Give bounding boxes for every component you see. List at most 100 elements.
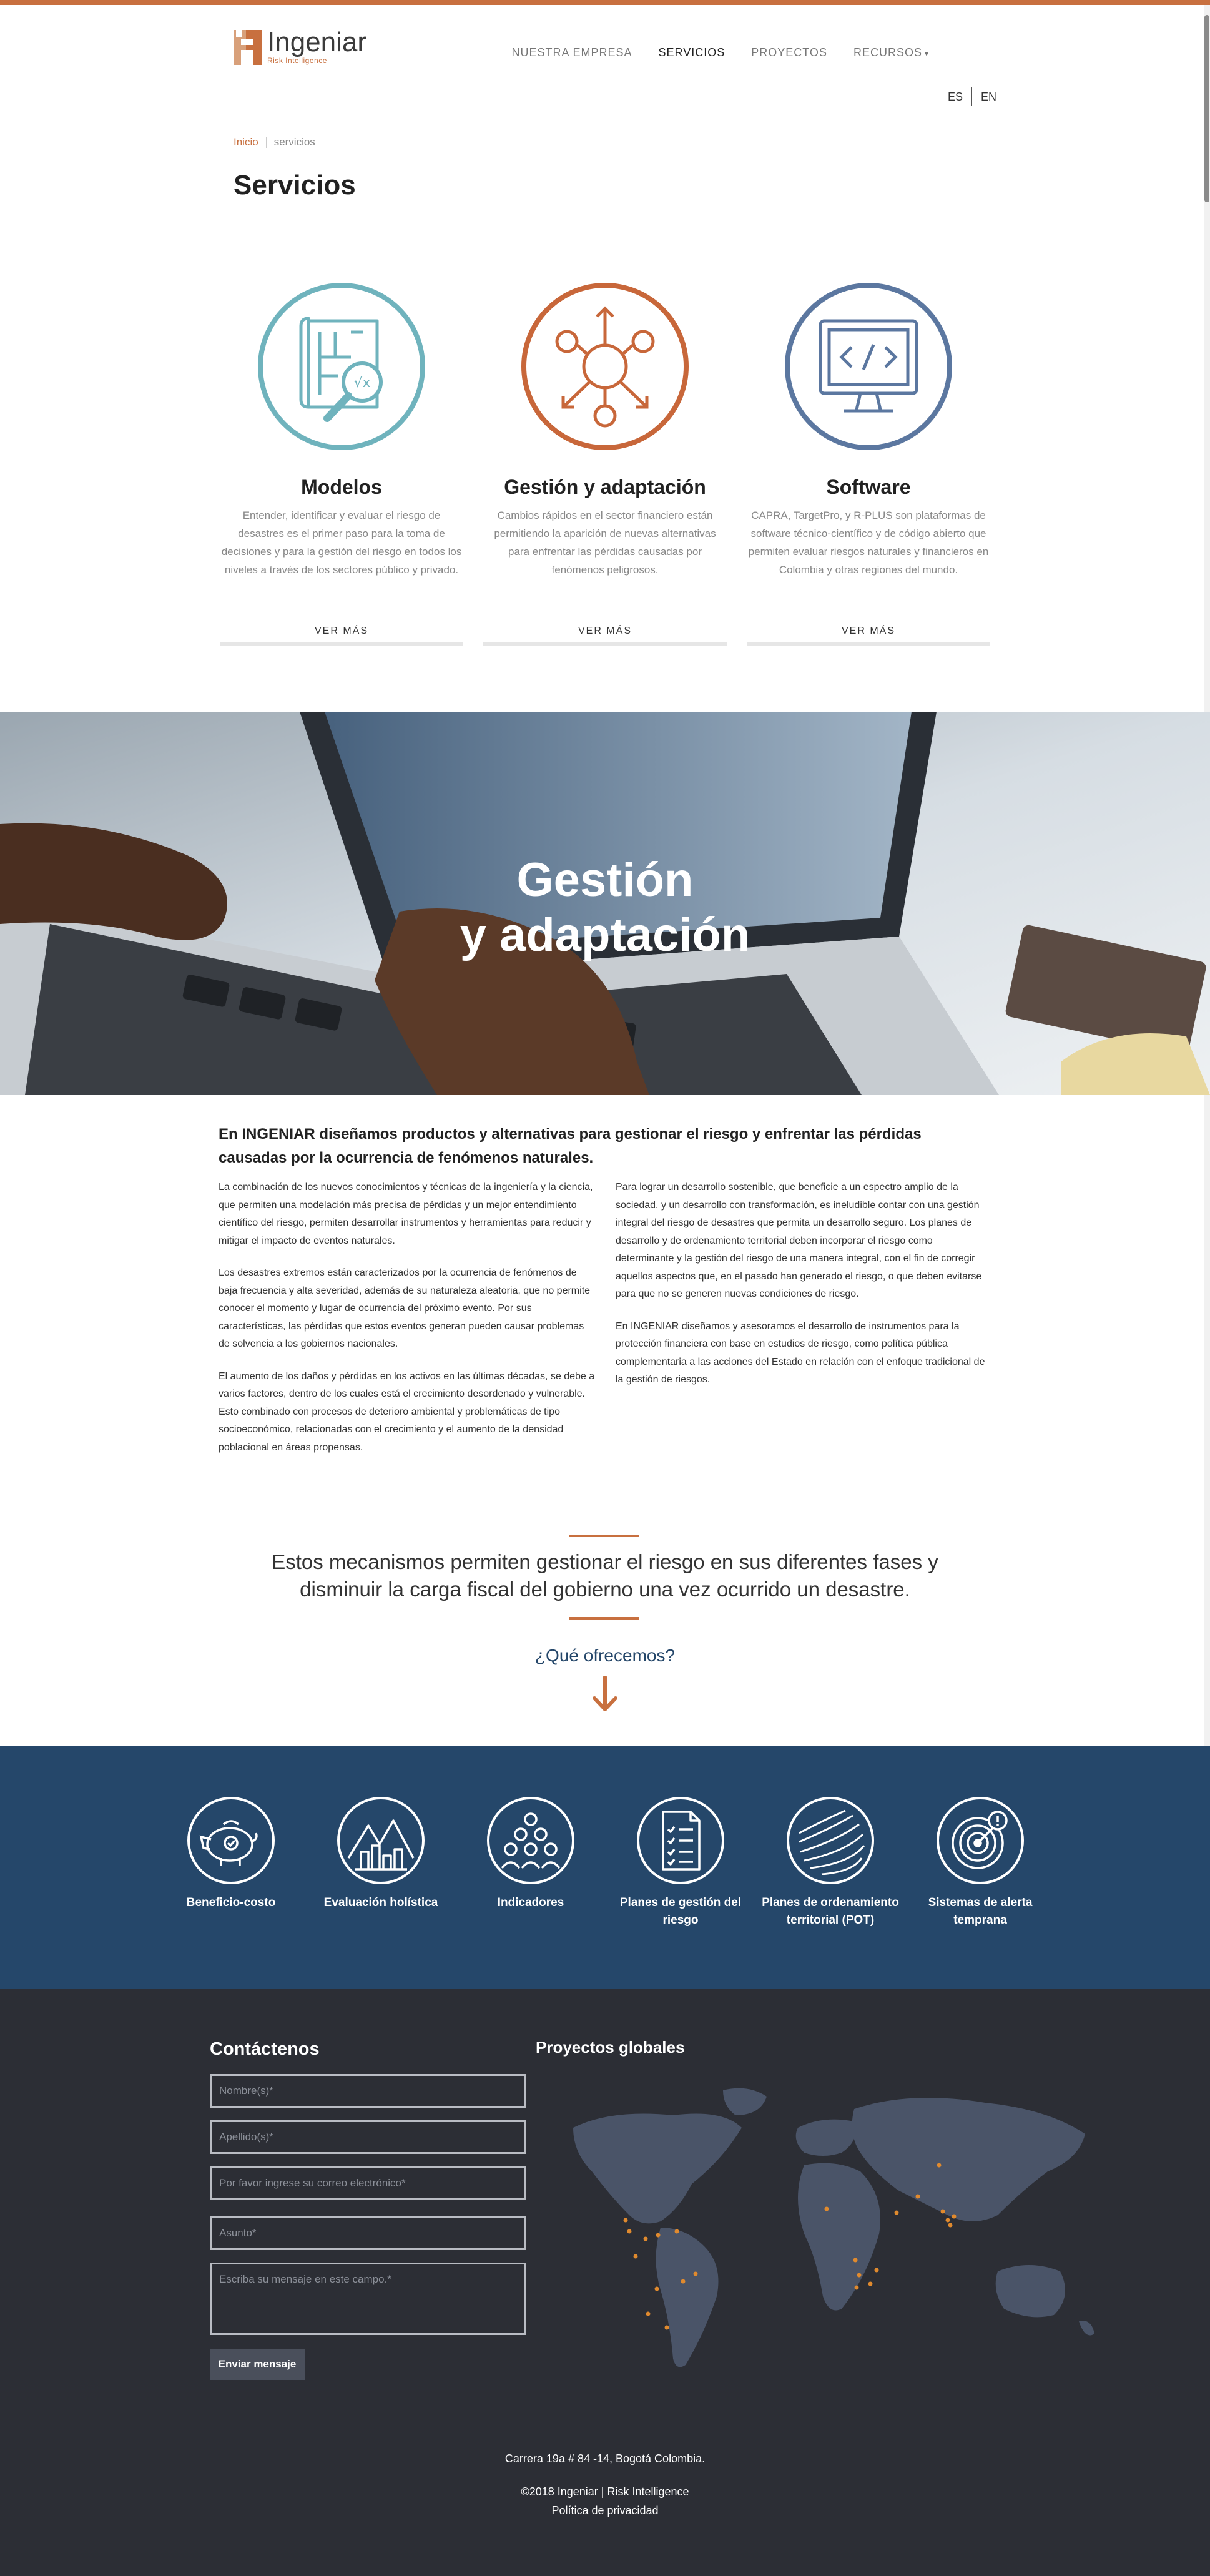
feature-label: Beneficio-costo bbox=[186, 1896, 276, 1909]
arrow-down-icon[interactable] bbox=[592, 1676, 618, 1713]
service-card-software: Software CAPRA, TargetPro, y R-PLUS son … bbox=[747, 282, 990, 646]
service-title: Software bbox=[826, 476, 911, 498]
lang-en[interactable]: EN bbox=[972, 91, 1005, 104]
feature-label: Planes de ordenamiento territorial (POT) bbox=[762, 1896, 899, 1927]
nav-item-nuestra-empresa[interactable]: NUESTRA EMPRESA bbox=[512, 46, 632, 59]
hero-title-line-2: y adaptación bbox=[460, 908, 750, 961]
breadcrumb: Inicio servicios bbox=[234, 136, 315, 149]
city-mountains-icon bbox=[337, 1797, 425, 1884]
article-paragraph: La combinación de los nuevos conocimient… bbox=[219, 1182, 593, 1246]
project-marker bbox=[952, 2214, 957, 2219]
logo-mark-icon bbox=[234, 30, 262, 65]
ver-mas-button[interactable]: VER MÁS bbox=[220, 619, 463, 646]
feature-label: Sistemas de alerta temprana bbox=[928, 1896, 1033, 1927]
project-marker bbox=[643, 2236, 648, 2241]
project-marker bbox=[948, 2223, 953, 2228]
breadcrumb-home[interactable]: Inicio bbox=[234, 136, 258, 149]
service-title: Gestión y adaptación bbox=[504, 476, 706, 498]
radar-alert-icon bbox=[937, 1797, 1024, 1884]
subject-field[interactable] bbox=[210, 2216, 526, 2250]
hero-banner: Gestión y adaptación bbox=[0, 712, 1210, 1095]
checklist-document-icon bbox=[637, 1797, 724, 1884]
service-description: Entender, identificar y evaluar el riesg… bbox=[221, 509, 462, 576]
service-title: Modelos bbox=[301, 476, 382, 498]
network-hub-icon bbox=[521, 283, 689, 450]
message-field[interactable] bbox=[210, 2263, 526, 2335]
page-title: Servicios bbox=[234, 170, 356, 200]
footer-copyright: ©2018 Ingeniar | Risk Intelligence bbox=[521, 2485, 689, 2498]
world-map bbox=[573, 2088, 1094, 2367]
svg-text:√x: √x bbox=[353, 375, 370, 391]
project-marker bbox=[674, 2229, 679, 2234]
logo-name: Ingeniar bbox=[267, 27, 367, 57]
privacy-policy-link[interactable]: Política de privacidad bbox=[0, 2501, 1210, 2520]
feature-planes-ordenamiento[interactable]: Planes de ordenamiento territorial (POT) bbox=[755, 1796, 905, 1929]
project-marker bbox=[633, 2254, 638, 2259]
project-marker bbox=[857, 2273, 862, 2278]
article-paragraph: En INGENIAR diseñamos y asesoramos el de… bbox=[616, 1320, 985, 1385]
footer-address: Carrera 19a # 84 -14, Bogotá Colombia. bbox=[504, 2452, 706, 2465]
logo[interactable]: Ingeniar Risk Intelligence bbox=[232, 26, 366, 67]
first-name-field[interactable] bbox=[210, 2074, 526, 2108]
continents bbox=[573, 2088, 1094, 2367]
send-message-button[interactable]: Enviar mensaje bbox=[210, 2349, 305, 2380]
hero-title-line-1: Gestión bbox=[516, 853, 694, 907]
feature-label: Evaluación holística bbox=[323, 1896, 438, 1909]
people-group-icon bbox=[487, 1797, 574, 1884]
project-marker bbox=[854, 2285, 859, 2290]
offer-heading[interactable]: ¿Qué ofrecemos? bbox=[0, 1646, 1210, 1666]
main-nav: NUESTRA EMPRESA SERVICIOS PROYECTOS RECU… bbox=[512, 46, 930, 59]
project-marker bbox=[654, 2286, 659, 2291]
project-marker bbox=[915, 2194, 920, 2199]
logo-tagline: Risk Intelligence bbox=[267, 56, 327, 65]
monitor-code-icon bbox=[785, 283, 952, 450]
article-paragraph: Para lograr un desarrollo sostenible, qu… bbox=[616, 1182, 982, 1299]
project-marker bbox=[945, 2218, 950, 2223]
contact-title: Contáctenos bbox=[210, 2039, 320, 2059]
project-marker bbox=[824, 2206, 829, 2211]
breadcrumb-divider bbox=[265, 137, 267, 148]
pull-quote: Estos mecanismos permiten gestionar el r… bbox=[272, 1550, 938, 1601]
feature-indicadores[interactable]: Indicadores bbox=[456, 1796, 606, 1912]
feature-beneficio-costo[interactable]: Beneficio-costo bbox=[156, 1796, 306, 1912]
feature-sistemas-alerta[interactable]: Sistemas de alerta temprana bbox=[905, 1796, 1055, 1929]
ver-mas-button[interactable]: VER MÁS bbox=[483, 619, 727, 646]
ver-mas-button[interactable]: VER MÁS bbox=[747, 619, 990, 646]
project-marker bbox=[937, 2163, 942, 2168]
scrollbar-thumb[interactable] bbox=[1204, 15, 1209, 202]
nav-item-recursos-label: RECURSOS bbox=[853, 46, 922, 59]
article-paragraph: Los desastres extremos están caracteriza… bbox=[219, 1267, 591, 1349]
feature-planes-gestion-riesgo[interactable]: Planes de gestión del riesgo bbox=[606, 1796, 755, 1929]
project-marker bbox=[853, 2258, 858, 2263]
service-card-modelos: √x Modelos Entender, identificar y evalu… bbox=[220, 282, 463, 646]
service-description: Cambios rápidos en el sector financiero … bbox=[494, 509, 716, 576]
project-marker bbox=[693, 2271, 698, 2276]
email-field[interactable] bbox=[210, 2166, 526, 2200]
service-description: CAPRA, TargetPro, y R-PLUS son plataform… bbox=[748, 509, 989, 576]
article-paragraph: El aumento de los daños y pérdidas en lo… bbox=[219, 1370, 595, 1453]
footer-legal: ©2018 Ingeniar | Risk Intelligence Polít… bbox=[0, 2482, 1210, 2520]
project-marker bbox=[656, 2233, 661, 2238]
top-accent-bar bbox=[0, 0, 1210, 5]
last-name-field[interactable] bbox=[210, 2120, 526, 2154]
project-marker bbox=[868, 2281, 873, 2286]
topographic-lines-icon bbox=[787, 1797, 874, 1884]
project-marker bbox=[646, 2311, 651, 2316]
nav-item-servicios[interactable]: SERVICIOS bbox=[659, 46, 726, 59]
hero-title: Gestión y adaptación bbox=[0, 853, 1210, 963]
project-marker bbox=[627, 2229, 632, 2234]
project-marker bbox=[664, 2325, 669, 2330]
quote-divider-bottom bbox=[569, 1617, 639, 1620]
article-column-right: Para lograr un desarrollo sostenible, qu… bbox=[616, 1179, 993, 1404]
nav-item-recursos[interactable]: RECURSOS ▾ bbox=[853, 46, 929, 59]
lang-es[interactable]: ES bbox=[939, 91, 971, 104]
project-marker bbox=[623, 2218, 628, 2223]
project-marker bbox=[681, 2279, 686, 2284]
feature-evaluacion-holistica[interactable]: Evaluación holística bbox=[306, 1796, 456, 1912]
service-card-gestion: Gestión y adaptación Cambios rápidos en … bbox=[483, 282, 727, 646]
article-lead: En INGENIAR diseñamos productos y altern… bbox=[219, 1126, 922, 1166]
project-marker bbox=[874, 2268, 879, 2273]
projects-title: Proyectos globales bbox=[536, 2038, 685, 2057]
breadcrumb-current: servicios bbox=[273, 136, 315, 148]
nav-item-proyectos[interactable]: PROYECTOS bbox=[751, 46, 827, 59]
